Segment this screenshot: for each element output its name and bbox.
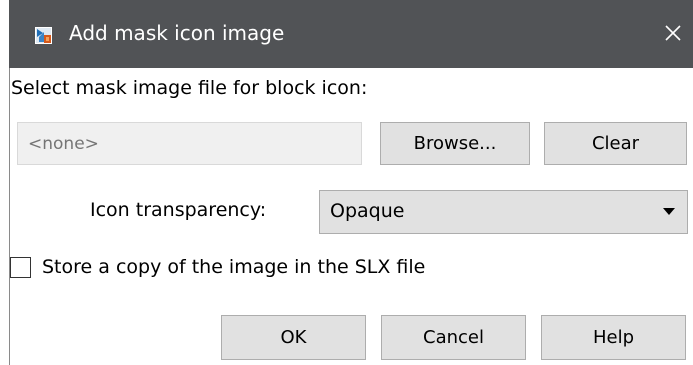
image-file-field[interactable] bbox=[17, 122, 362, 165]
select-file-label: Select mask image file for block icon: bbox=[11, 77, 368, 99]
app-icon bbox=[35, 27, 52, 44]
ok-button[interactable]: OK bbox=[221, 315, 366, 360]
close-icon bbox=[664, 24, 682, 46]
title-bar[interactable]: Add mask icon image bbox=[9, 0, 693, 68]
store-copy-checkbox[interactable] bbox=[10, 257, 31, 278]
window-border bbox=[9, 68, 10, 365]
chevron-down-icon bbox=[663, 208, 675, 215]
window-title: Add mask icon image bbox=[69, 21, 285, 45]
icon-transparency-dropdown[interactable]: Opaque bbox=[319, 190, 688, 234]
icon-transparency-label: Icon transparency: bbox=[90, 199, 267, 221]
dropdown-selected-value: Opaque bbox=[330, 200, 405, 222]
browse-button[interactable]: Browse... bbox=[380, 122, 530, 165]
add-mask-icon-image-dialog: Add mask icon image Select mask image fi… bbox=[0, 0, 693, 365]
cancel-button[interactable]: Cancel bbox=[381, 315, 526, 360]
clear-button[interactable]: Clear bbox=[544, 122, 687, 165]
help-button[interactable]: Help bbox=[541, 315, 686, 360]
store-copy-label[interactable]: Store a copy of the image in the SLX fil… bbox=[42, 256, 425, 278]
close-button[interactable] bbox=[657, 20, 689, 50]
